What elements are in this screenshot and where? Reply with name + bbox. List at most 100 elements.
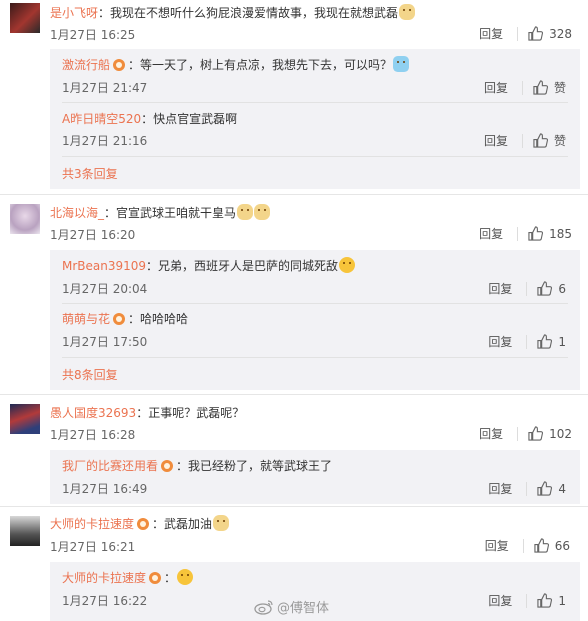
reply-body: 大师的卡拉速度 ： — [62, 569, 194, 586]
reply-time: 1月27日 21:47 — [62, 81, 148, 95]
thumbs-up-icon — [537, 334, 553, 349]
thumbs-up-icon — [533, 80, 548, 95]
comment-author[interactable]: 大师的卡拉速度 — [50, 517, 134, 531]
like-count: 328 — [549, 26, 572, 41]
thumbs-up-icon — [534, 538, 549, 553]
avatar[interactable] — [10, 404, 40, 434]
like-count: 6 — [558, 281, 566, 296]
reply-actions: 回复 1 — [488, 592, 566, 609]
reply-box: 激流行船 ：等一天了，树上有点凉，我想先下去，可以吗？ 1月27日 21:47 回… — [50, 49, 580, 189]
comment-divider — [0, 506, 588, 507]
reply-text: ：等一天了，树上有点凉，我想先下去，可以吗？ — [128, 58, 393, 72]
reply-text: ：哈哈哈哈 — [128, 312, 189, 326]
action-separator — [526, 593, 528, 608]
reply-item: 激流行船 ：等一天了，树上有点凉，我想先下去，可以吗？ 1月27日 21:47 回… — [50, 49, 580, 102]
action-separator — [521, 80, 523, 95]
action-separator — [521, 133, 523, 148]
avatar[interactable] — [10, 516, 40, 546]
comment-body: 大师的卡拉速度 ：武磊加油 — [50, 515, 230, 532]
reply-author[interactable]: MrBean39109 — [62, 259, 146, 273]
reply-button[interactable]: 回复 — [488, 280, 512, 297]
comment-divider — [0, 394, 588, 395]
like-button[interactable]: 1 — [537, 593, 566, 608]
comment-time: 1月27日 16:25 — [50, 28, 136, 42]
reply-body: A昨日晴空520：快点官宣武磊啊 — [62, 110, 237, 127]
action-separator — [517, 26, 519, 41]
comment-author[interactable]: 是小飞呀 — [50, 6, 98, 20]
like-button[interactable]: 185 — [528, 226, 572, 241]
reply-author[interactable]: A昨日晴空520 — [62, 112, 141, 126]
action-separator — [526, 481, 528, 496]
comment-body: 北海以海_：官宣武球王咱就干皇马 — [50, 204, 271, 221]
comment-text: ：我现在不想听什么狗屁浪漫爱情故事，我现在就想武磊 — [98, 6, 399, 20]
action-separator — [522, 538, 524, 553]
more-replies-link[interactable]: 共3条回复 — [62, 165, 118, 182]
reply-time: 1月27日 16:49 — [62, 482, 148, 496]
comment-body: 愚人国度32693：正事呢？武磊呢？ — [50, 404, 244, 421]
comment-text: ：武磊加油 — [152, 517, 213, 531]
action-separator — [526, 334, 528, 349]
thumbs-up-icon — [528, 26, 544, 41]
like-count: 1 — [558, 334, 566, 349]
reply-item: A昨日晴空520：快点官宣武磊啊 1月27日 21:16 回复 赞 — [50, 102, 580, 155]
reply-item: 萌萌与花 ：哈哈哈哈 1月27日 17:50 回复 1 — [50, 303, 580, 356]
reply-body: 激流行船 ：等一天了，树上有点凉，我想先下去，可以吗？ — [62, 56, 410, 73]
comment-author[interactable]: 北海以海_ — [50, 206, 104, 220]
thumbs-up-icon — [533, 133, 548, 148]
reply-author[interactable]: 激流行船 — [62, 58, 110, 72]
thumbs-up-icon — [528, 226, 544, 241]
reply-text: ： — [164, 571, 177, 585]
avatar[interactable] — [10, 3, 40, 33]
like-button[interactable]: 102 — [528, 426, 572, 441]
more-replies-link[interactable]: 共8条回复 — [62, 366, 118, 383]
comment-author[interactable]: 愚人国度32693 — [50, 406, 136, 420]
like-button[interactable]: 1 — [537, 334, 566, 349]
comment-text: ：官宣武球王咱就干皇马 — [104, 206, 237, 220]
reply-button[interactable]: 回复 — [488, 480, 512, 497]
reply-time: 1月27日 16:22 — [62, 594, 148, 608]
thumbs-up-icon — [537, 593, 553, 608]
reply-button[interactable]: 回复 — [479, 425, 503, 442]
reply-author[interactable]: 萌萌与花 — [62, 312, 110, 326]
emoji-icon — [393, 56, 410, 72]
member-badge-icon — [149, 572, 162, 584]
reply-item: 我厂的比赛还用看 ：我已经粉了，就等武球王了 1月27日 16:49 回复 4 — [50, 450, 580, 504]
like-button[interactable]: 66 — [534, 538, 570, 553]
like-button[interactable]: 赞 — [533, 79, 566, 96]
reply-button[interactable]: 回复 — [484, 79, 508, 96]
reply-item: MrBean39109：兄弟，西班牙人是巴萨的同城死敌 1月27日 20:04 … — [50, 250, 580, 303]
reply-time: 1月27日 17:50 — [62, 335, 148, 349]
like-count: 4 — [558, 481, 566, 496]
action-separator — [517, 426, 519, 441]
reply-button[interactable]: 回复 — [484, 132, 508, 149]
doge-emoji-icon — [399, 4, 416, 20]
like-button[interactable]: 4 — [537, 481, 566, 496]
reply-body: 萌萌与花 ：哈哈哈哈 — [62, 310, 188, 327]
like-count: 赞 — [553, 134, 566, 148]
like-button[interactable]: 6 — [537, 281, 566, 296]
member-badge-icon — [113, 59, 126, 71]
reply-author[interactable]: 我厂的比赛还用看 — [62, 459, 158, 473]
thumbs-up-icon — [537, 281, 553, 296]
reply-button[interactable]: 回复 — [485, 537, 509, 554]
reply-box: MrBean39109：兄弟，西班牙人是巴萨的同城死敌 1月27日 20:04 … — [50, 250, 580, 390]
like-button[interactable]: 328 — [528, 26, 572, 41]
member-badge-icon — [113, 313, 126, 325]
kiss-emoji-icon — [177, 569, 194, 585]
reply-button[interactable]: 回复 — [488, 592, 512, 609]
reply-text: ：快点官宣武磊啊 — [141, 112, 238, 126]
doge-emoji-icon — [213, 515, 230, 531]
reply-time: 1月27日 21:16 — [62, 134, 148, 148]
reply-text: ：兄弟，西班牙人是巴萨的同城死敌 — [146, 259, 339, 273]
like-count: 66 — [554, 538, 570, 553]
like-button[interactable]: 赞 — [533, 132, 566, 149]
reply-author[interactable]: 大师的卡拉速度 — [62, 571, 146, 585]
reply-button[interactable]: 回复 — [479, 225, 503, 242]
reply-button[interactable]: 回复 — [479, 25, 503, 42]
reply-actions: 回复 赞 — [484, 132, 566, 149]
avatar[interactable] — [10, 204, 40, 234]
action-separator — [517, 226, 519, 241]
reply-actions: 回复 1 — [488, 333, 566, 350]
comment-time: 1月27日 16:20 — [50, 228, 136, 242]
reply-button[interactable]: 回复 — [488, 333, 512, 350]
